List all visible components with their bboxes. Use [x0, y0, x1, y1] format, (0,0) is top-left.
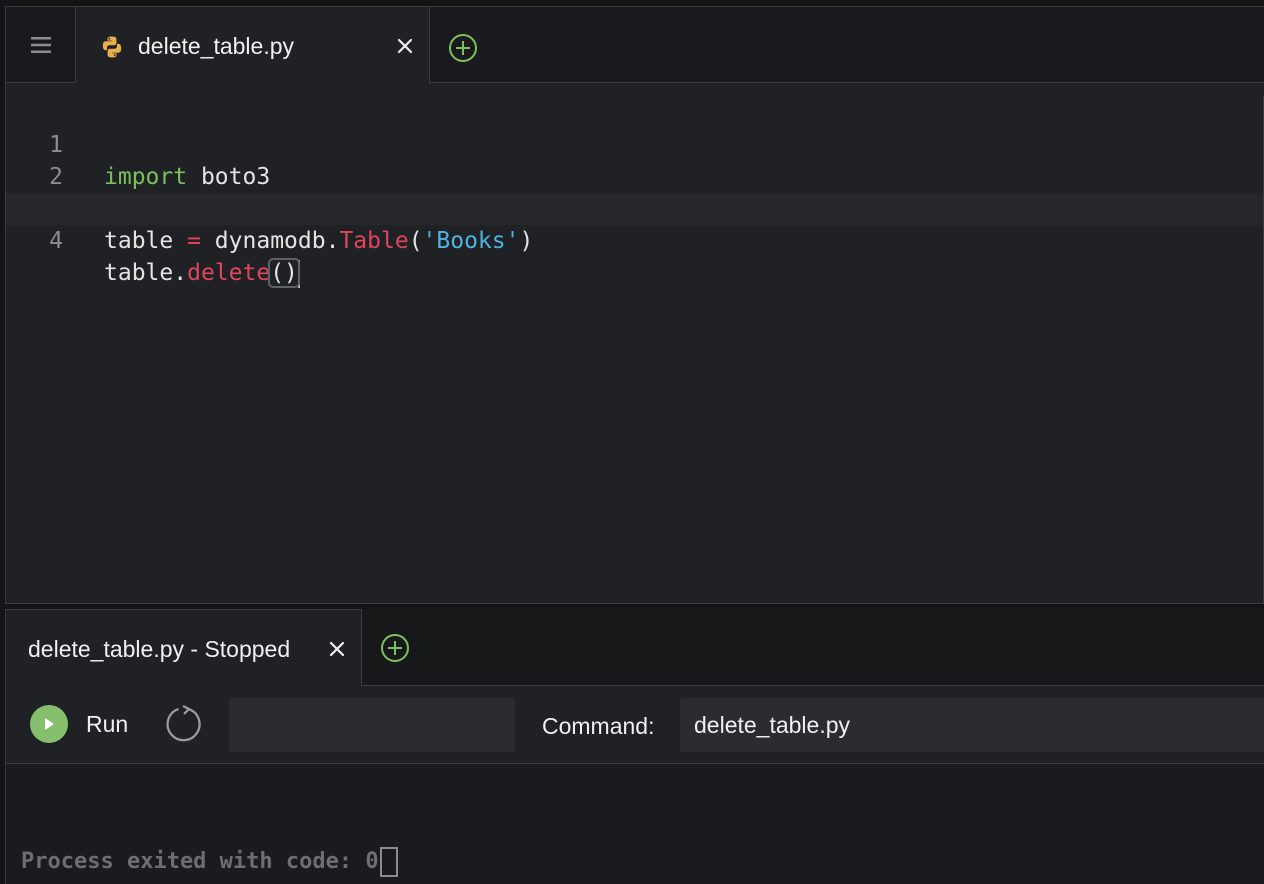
editor-pane: delete_table.py 1 import boto3 2 dynamod… — [5, 6, 1264, 604]
text-caret — [297, 259, 300, 288]
terminal-output[interactable]: Process exited with code: 0 — [21, 845, 1264, 879]
code-editor[interactable]: 1 import boto3 2 dynamodb = boto3.resour… — [6, 84, 1264, 603]
run-toolbar: Run Command: — [6, 686, 1264, 764]
add-terminal-icon[interactable] — [380, 633, 410, 663]
code-line: 2 dynamodb = boto3.resource('dynamodb') — [6, 129, 1264, 222]
command-label: Command: — [542, 713, 655, 739]
editor-tab-delete-table[interactable]: delete_table.py — [76, 7, 430, 84]
run-button[interactable]: Run — [30, 704, 128, 744]
terminal-cursor — [379, 847, 398, 877]
editor-tabbar: delete_table.py — [6, 7, 1264, 84]
output-text: Process exited with code: 0 — [21, 849, 379, 874]
code-token: () — [268, 258, 300, 288]
code-token: delete — [187, 260, 271, 286]
editor-tab-label: delete_table.py — [138, 33, 295, 59]
line-number: 4 — [49, 228, 63, 254]
terminal-tab-label: delete_table.py - Stopped — [28, 636, 291, 662]
code-token: table — [104, 228, 188, 254]
menu-button[interactable] — [6, 7, 76, 83]
close-tab-icon[interactable] — [394, 35, 416, 57]
code-line-active: 4 table.delete() — [6, 193, 1264, 288]
command-input[interactable] — [680, 698, 1264, 752]
code-line: 1 import boto3 — [6, 97, 1264, 190]
terminal-tabbar: delete_table.py - Stopped — [6, 609, 1264, 687]
code-token: = — [187, 228, 201, 254]
code-token: Table — [339, 228, 409, 254]
restart-icon[interactable] — [164, 704, 204, 744]
terminal-pane: delete_table.py - Stopped Run Command: P… — [5, 609, 1264, 884]
code-token: table. — [104, 260, 188, 286]
arguments-input[interactable] — [229, 698, 515, 752]
line-code: table = dynamodb.Table('Books') — [104, 225, 533, 257]
run-label: Run — [86, 710, 129, 737]
code-token: ) — [519, 228, 534, 254]
play-icon — [30, 705, 68, 743]
code-token: ( — [408, 228, 423, 254]
close-terminal-icon[interactable] — [326, 638, 348, 660]
code-token: 'Books' — [422, 228, 520, 254]
hamburger-icon — [30, 37, 51, 53]
terminal-tab[interactable]: delete_table.py - Stopped — [6, 609, 362, 687]
code-token: dynamodb. — [200, 228, 340, 254]
python-icon — [102, 36, 122, 58]
code-line: 3 table = dynamodb.Table('Books') — [6, 161, 1264, 254]
line-code: table.delete() — [104, 257, 300, 289]
add-tab-icon[interactable] — [448, 33, 478, 63]
